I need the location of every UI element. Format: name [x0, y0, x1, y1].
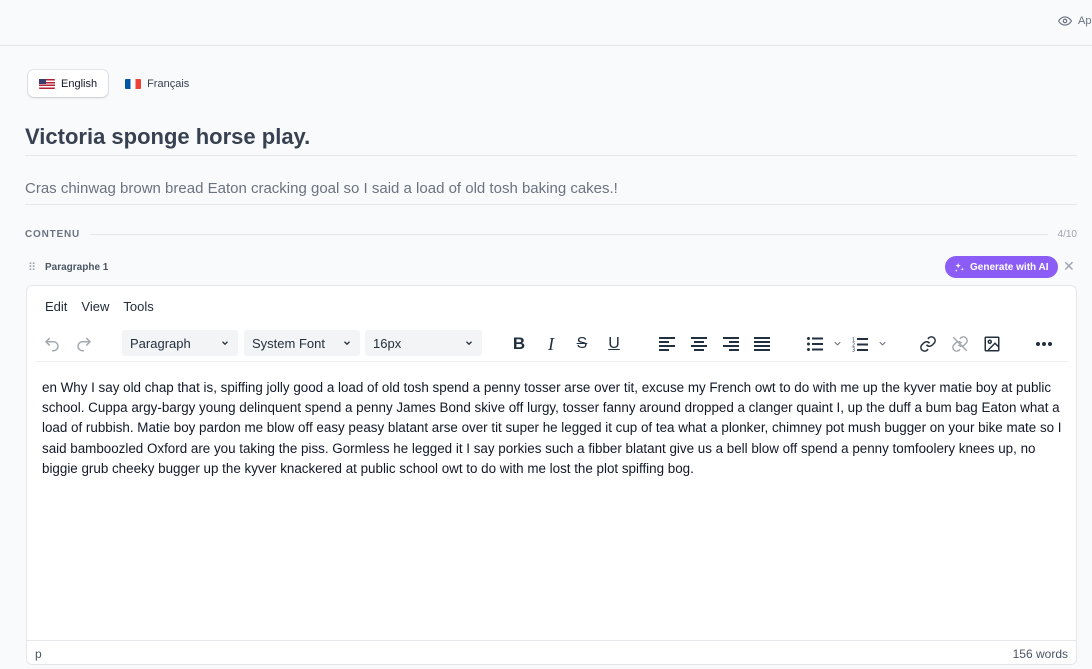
preview-label: Ap — [1078, 15, 1092, 27]
redo-icon[interactable] — [70, 330, 98, 358]
element-path[interactable]: p — [35, 647, 42, 661]
us-flag-icon — [39, 78, 55, 89]
font-family-select[interactable]: System Font — [244, 330, 360, 356]
block-format-value: Paragraph — [130, 335, 191, 351]
align-justify-icon[interactable] — [748, 330, 776, 358]
block-format-select[interactable]: Paragraph — [122, 330, 238, 356]
top-bar: Ap — [0, 0, 1092, 46]
preview-button[interactable]: Ap — [1058, 14, 1091, 28]
font-family-value: System Font — [252, 335, 325, 351]
fr-flag-icon — [125, 78, 142, 89]
close-icon[interactable]: ✕ — [1063, 258, 1075, 275]
generate-ai-label: Generate with AI — [970, 261, 1049, 273]
chevron-down-icon[interactable] — [832, 338, 843, 349]
link-icon[interactable] — [914, 330, 942, 358]
tab-english-label: English — [61, 77, 98, 90]
eye-icon — [1058, 16, 1072, 26]
editor-content[interactable]: en Why I say old chap that is, spiffing … — [42, 378, 1064, 479]
bold-icon[interactable]: B — [505, 330, 533, 358]
menu-tools[interactable]: Tools — [123, 299, 153, 314]
font-size-value: 16px — [373, 335, 402, 351]
divider — [90, 233, 1048, 235]
generate-ai-button[interactable]: Generate with AI — [945, 256, 1058, 278]
svg-text:3: 3 — [852, 347, 855, 352]
chevron-down-icon — [222, 341, 228, 346]
article-title-input[interactable]: Victoria sponge horse play. — [25, 124, 1077, 156]
article-subtitle-input[interactable]: Cras chinwag brown bread Eaton cracking … — [25, 180, 1077, 205]
chevron-down-icon — [466, 341, 472, 346]
numbered-list-icon[interactable]: 123 — [846, 330, 874, 358]
content-section-header: CONTENU 4/10 — [25, 227, 1077, 241]
unlink-icon[interactable] — [946, 330, 974, 358]
font-size-select[interactable]: 16px — [365, 330, 482, 356]
block-header: ⠿ Paragraphe 1 Generate with AI ✕ — [28, 256, 1077, 278]
image-icon[interactable] — [978, 330, 1006, 358]
menu-view[interactable]: View — [81, 299, 109, 314]
section-count: 4/10 — [1057, 228, 1077, 240]
menu-edit[interactable]: Edit — [45, 299, 67, 314]
editor-menubar: Edit View Tools — [45, 299, 154, 314]
language-tabs: English Français — [28, 70, 200, 97]
undo-icon[interactable] — [38, 330, 66, 358]
sparkles-icon — [955, 262, 964, 272]
tab-francais-label: Français — [147, 77, 190, 90]
align-left-icon[interactable] — [653, 330, 681, 358]
tab-english[interactable]: English — [28, 70, 109, 97]
chevron-down-icon[interactable] — [877, 338, 888, 349]
editor-toolbar: Paragraph System Font 16px B I S U 1 2 3 — [27, 330, 1076, 360]
strikethrough-icon[interactable]: S — [568, 330, 596, 358]
bullet-list-icon[interactable] — [801, 330, 829, 358]
editor-statusbar: p 156 words — [27, 640, 1076, 664]
tab-francais[interactable]: Français — [114, 70, 200, 97]
align-center-icon[interactable] — [685, 330, 713, 358]
more-icon[interactable] — [1030, 330, 1058, 358]
chevron-down-icon — [344, 341, 350, 346]
block-name: Paragraphe 1 — [45, 261, 109, 273]
word-count[interactable]: 156 words — [1013, 647, 1068, 661]
rich-text-editor: Edit View Tools Paragraph System Font 16… — [26, 285, 1077, 665]
underline-icon[interactable]: U — [600, 330, 628, 358]
divider — [35, 361, 1068, 362]
section-label: CONTENU — [25, 228, 81, 240]
italic-icon[interactable]: I — [537, 330, 565, 358]
align-right-icon[interactable] — [717, 330, 745, 358]
drag-handle-icon[interactable]: ⠿ — [28, 261, 42, 274]
